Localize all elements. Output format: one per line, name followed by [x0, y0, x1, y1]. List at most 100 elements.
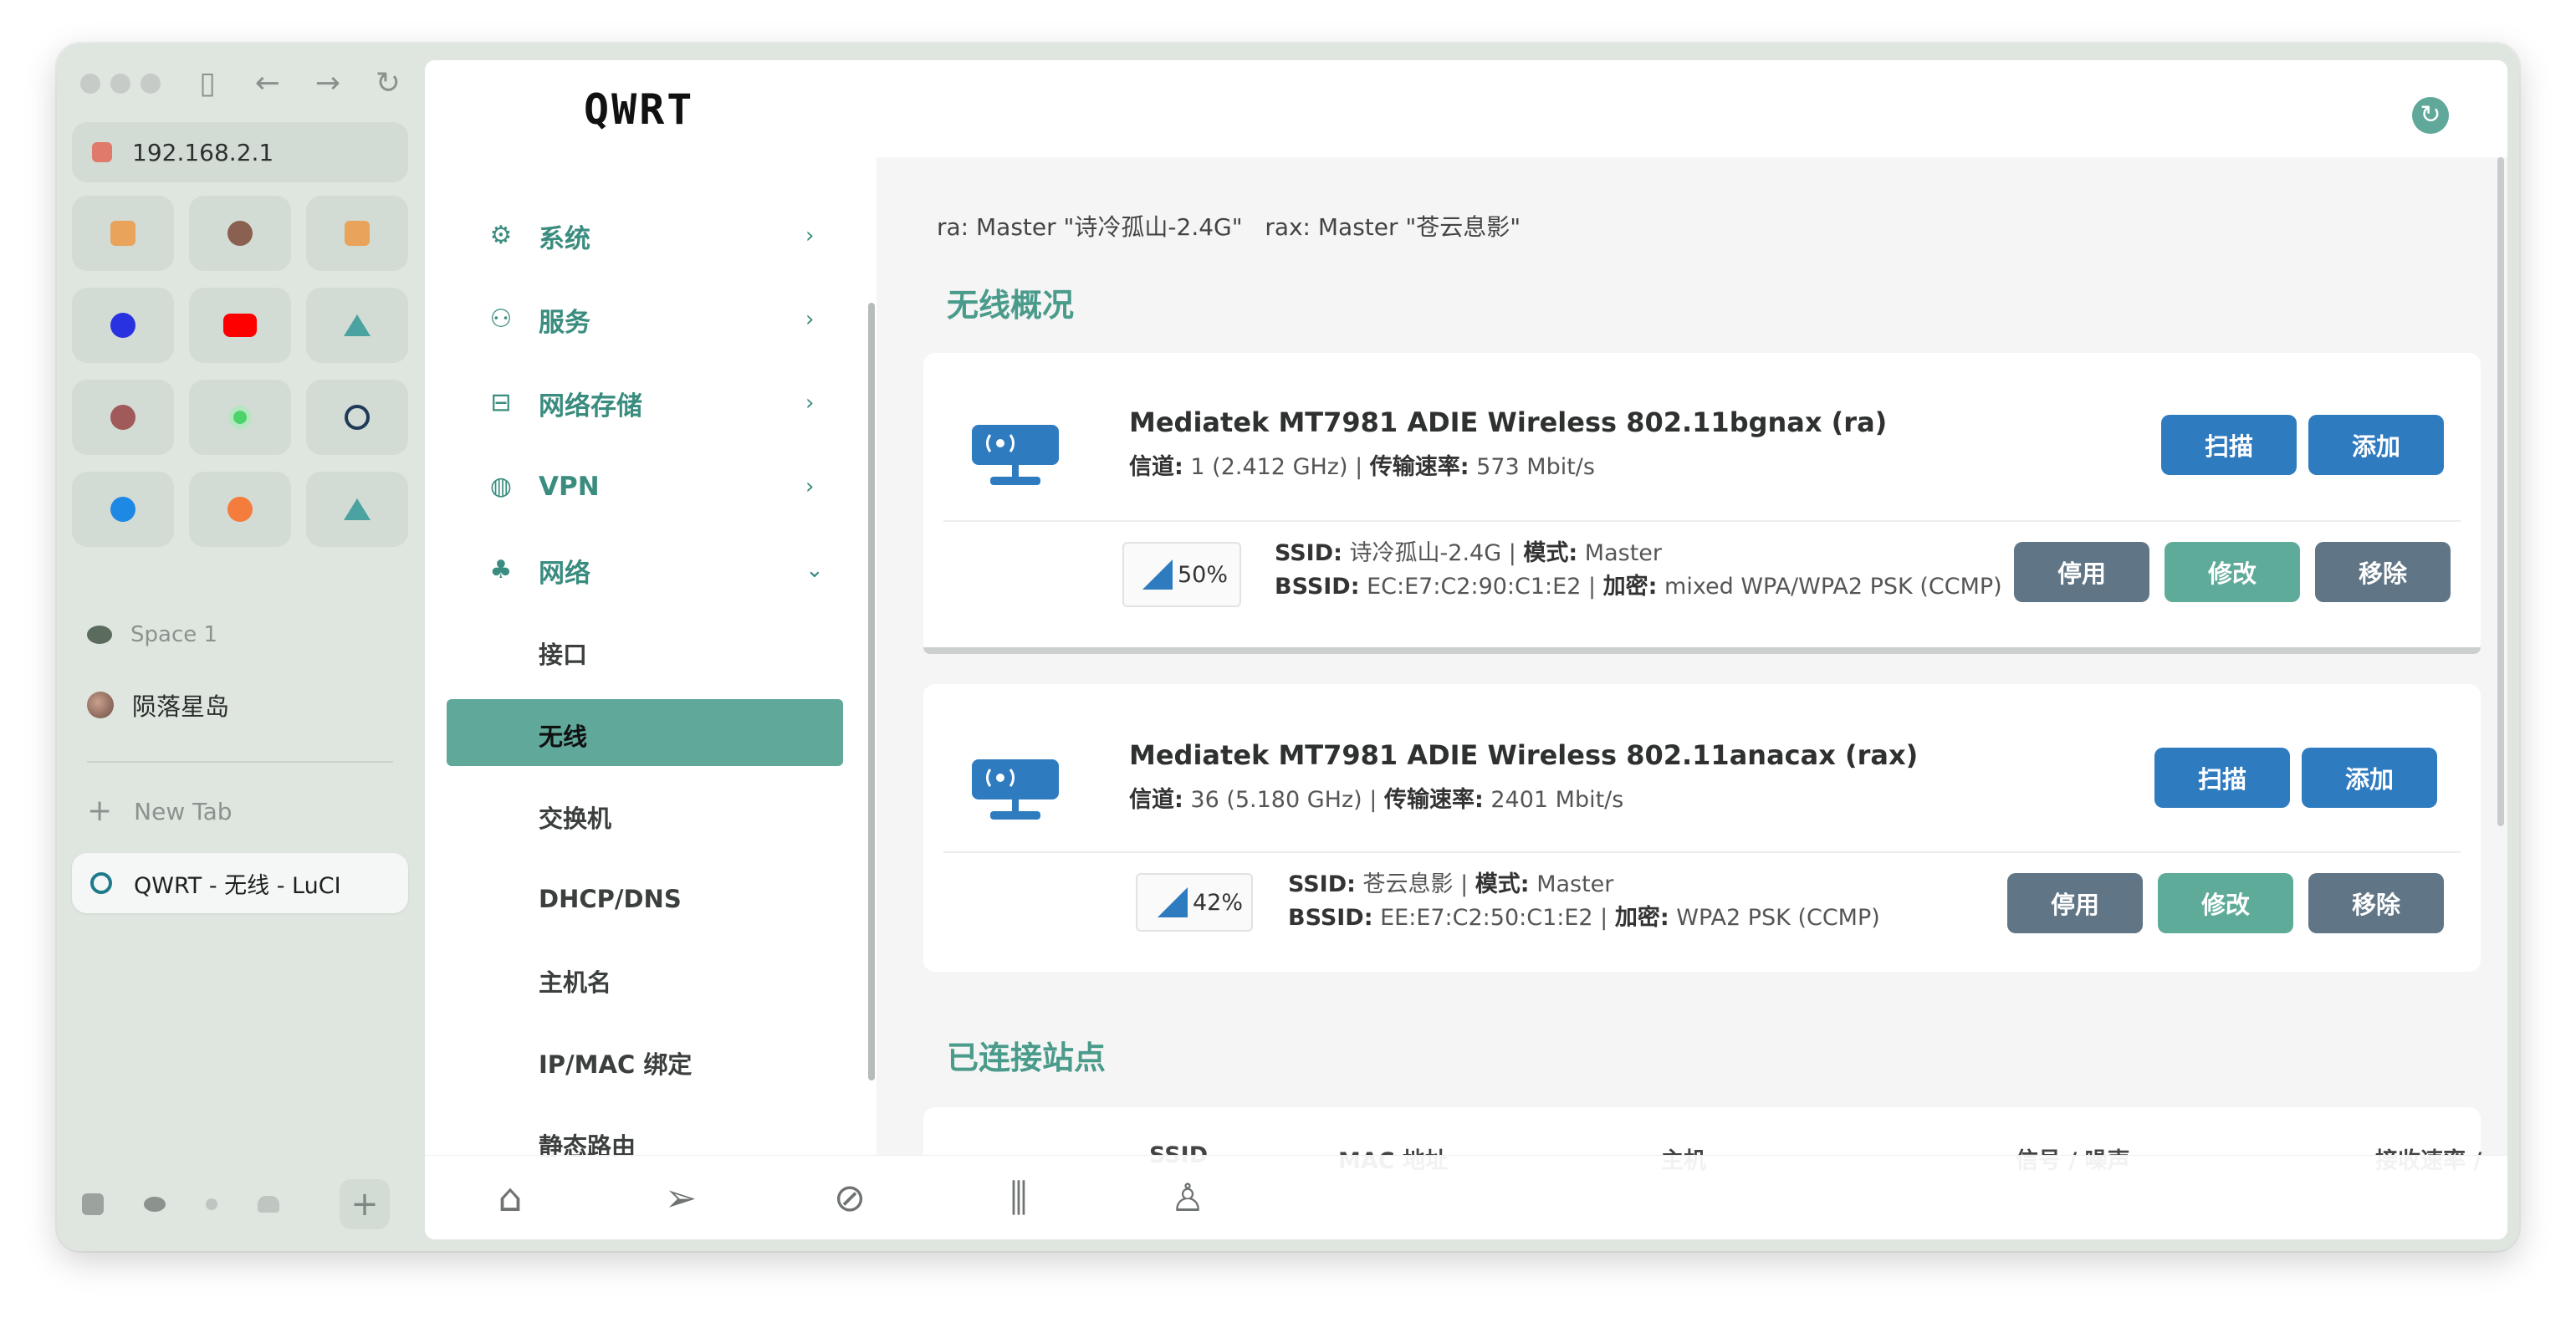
favorite-tile[interactable]: [72, 380, 174, 455]
favorites-grid: [72, 196, 411, 547]
bar-chart-icon[interactable]: ⫼: [994, 1172, 1044, 1223]
new-tab-label: New Tab: [134, 797, 233, 825]
refresh-icon[interactable]: ↻: [2412, 97, 2449, 134]
back-icon[interactable]: ←: [248, 65, 288, 102]
signal-percent: 42%: [1193, 889, 1244, 916]
space-name: Space 1: [130, 622, 218, 647]
url-bar[interactable]: 192.168.2.1: [72, 122, 408, 182]
submenu-hostnames[interactable]: 主机名: [425, 940, 850, 1022]
openwrt-icon: [345, 405, 370, 430]
menu-item-vpn[interactable]: ◍ VPN ›: [425, 445, 850, 529]
browser-nav: ▯ ← → ↻: [187, 65, 408, 102]
submenu-dhcp-dns[interactable]: DHCP/DNS: [425, 858, 850, 940]
wireless-overview-title: 无线概况: [947, 287, 1075, 324]
menu-item-services[interactable]: ⚇ 服务 ›: [425, 278, 850, 361]
radio-channel-line: 信道: 1 (2.412 GHz) | 传输速率: 573 Mbit/s: [1129, 454, 1595, 480]
disable-button[interactable]: 停用: [2007, 873, 2143, 933]
submenu-ip-mac-binding[interactable]: IP/MAC 绑定: [425, 1022, 850, 1104]
add-button[interactable]: 添加: [2302, 748, 2437, 808]
menu-item-label: 网络存储: [539, 391, 642, 421]
compass-icon[interactable]: ⊘: [825, 1172, 875, 1223]
forward-icon[interactable]: →: [308, 65, 348, 102]
menu-item-system[interactable]: ⚙ 系统 ›: [425, 194, 850, 278]
submenu-label: IP/MAC 绑定: [539, 1050, 693, 1079]
add-button[interactable]: 添加: [2308, 415, 2444, 475]
scan-button[interactable]: 扫描: [2154, 748, 2290, 808]
radio-channel-line: 信道: 36 (5.180 GHz) | 传输速率: 2401 Mbit/s: [1129, 787, 1624, 813]
close-window-button[interactable]: [80, 74, 100, 94]
space-label[interactable]: Space 1: [87, 622, 217, 647]
favorite-tile[interactable]: [306, 380, 408, 455]
network-icon: ♣: [489, 555, 513, 585]
submenu-label: DHCP/DNS: [539, 885, 682, 913]
router-icon: [972, 759, 1059, 820]
app-icon: [345, 221, 370, 246]
menu-item-network[interactable]: ♣ 网络 ⌄: [425, 529, 850, 612]
signal-indicator: 42%: [1136, 873, 1253, 932]
menu-scrollbar[interactable]: [868, 303, 875, 1080]
space-dot-icon[interactable]: [206, 1198, 217, 1210]
disable-button[interactable]: 停用: [2014, 542, 2149, 602]
sidebar-toggle-icon[interactable]: ▯: [187, 65, 227, 102]
favorite-tile[interactable]: [189, 288, 291, 363]
signal-percent: 50%: [1178, 561, 1229, 588]
submenu-wireless[interactable]: 无线: [425, 694, 850, 776]
card-separator: [943, 520, 2461, 522]
triangle-icon: [344, 314, 371, 336]
favorite-tile[interactable]: [189, 380, 291, 455]
home-icon[interactable]: ⌂: [485, 1172, 535, 1223]
menu-item-nas[interactable]: ⊟ 网络存储 ›: [425, 361, 850, 445]
sidebar-footer: +: [82, 1179, 390, 1229]
submenu-interfaces[interactable]: 接口: [425, 612, 850, 694]
edit-button[interactable]: 修改: [2165, 542, 2300, 602]
remove-button[interactable]: 移除: [2315, 542, 2451, 602]
signal-icon: [1158, 887, 1188, 917]
submenu-switch[interactable]: 交换机: [425, 776, 850, 858]
active-tab[interactable]: QWRT - 无线 - LuCI: [72, 853, 408, 913]
favorite-tile[interactable]: [189, 196, 291, 271]
planet-icon: [87, 626, 112, 644]
baidu-icon: [110, 313, 135, 338]
radio-title: Mediatek MT7981 ADIE Wireless 802.11anac…: [1129, 739, 1919, 771]
user-icon[interactable]: ♙: [1163, 1172, 1213, 1223]
pinned-tab[interactable]: 陨落星岛: [87, 687, 229, 723]
minimize-window-button[interactable]: [110, 74, 130, 94]
zoom-window-button[interactable]: [141, 74, 161, 94]
menu-item-label: 系统: [539, 223, 590, 254]
avatar-icon: [110, 405, 135, 430]
remove-button[interactable]: 移除: [2308, 873, 2444, 933]
edit-button[interactable]: 修改: [2158, 873, 2293, 933]
favorite-tile[interactable]: [72, 288, 174, 363]
add-space-button[interactable]: +: [340, 1179, 390, 1229]
browser-sidebar: ▯ ← → ↻ 192.168.2.1 Space 1 陨落星岛 + New T…: [57, 43, 418, 1251]
fruit-icon: [227, 497, 253, 522]
network-details: SSID: 诗冷孤山-2.4G | 模式: Master BSSID: EC:E…: [1275, 540, 2002, 600]
app-icon: [110, 221, 135, 246]
favorite-tile[interactable]: [306, 196, 408, 271]
menu-item-label: VPN: [539, 472, 600, 502]
favorite-tile[interactable]: [306, 472, 408, 547]
favorite-tile[interactable]: [189, 472, 291, 547]
favorite-tile[interactable]: [72, 196, 174, 271]
scan-button[interactable]: 扫描: [2161, 415, 2297, 475]
brand-logo[interactable]: QWRT: [584, 85, 694, 134]
moon-icon: [110, 497, 135, 522]
openwrt-icon: [90, 872, 112, 894]
chevron-right-icon: ›: [805, 223, 815, 248]
window-controls: [80, 74, 161, 94]
radio-title: Mediatek MT7981 ADIE Wireless 802.11bgna…: [1129, 406, 1888, 438]
main-scrollbar[interactable]: [2497, 157, 2504, 826]
archive-icon[interactable]: [82, 1193, 104, 1215]
new-tab-button[interactable]: + New Tab: [87, 796, 233, 826]
favorite-tile[interactable]: [72, 472, 174, 547]
web-content: QWRT ↻ ⚙ 系统 › ⚇ 服务 › ⊟ 网络存储 › ◍ VPN › ♣ …: [425, 60, 2507, 1239]
main-panel: ra: Master "诗冷孤山-2.4G" rax: Master "苍云息影…: [877, 157, 2507, 1239]
reload-icon[interactable]: ↻: [368, 65, 408, 102]
favorite-tile[interactable]: [306, 288, 408, 363]
card-scroll-track: [923, 647, 2481, 654]
people-icon[interactable]: [258, 1196, 279, 1213]
planet-icon[interactable]: [144, 1197, 166, 1212]
chevron-right-icon: ›: [805, 391, 815, 416]
send-icon[interactable]: ➢: [656, 1172, 706, 1223]
dot-icon: [233, 411, 247, 424]
